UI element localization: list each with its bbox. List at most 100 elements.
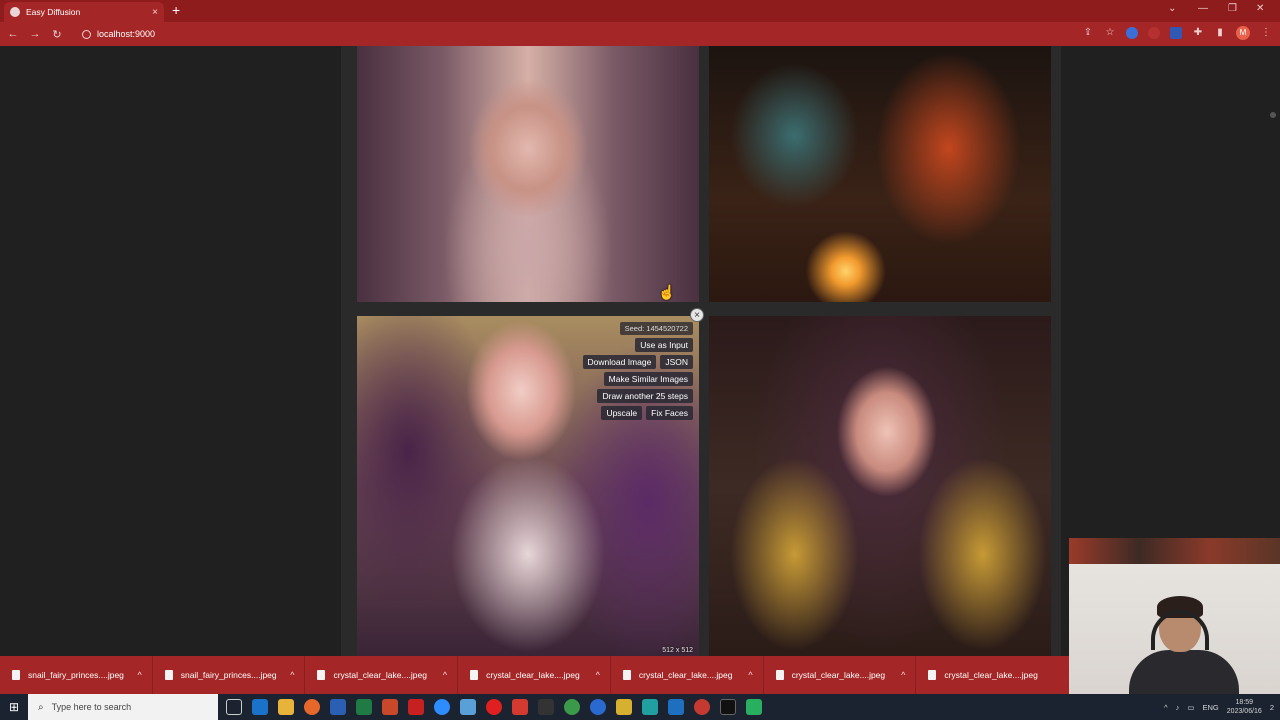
firefox-icon[interactable] xyxy=(304,699,320,715)
chrome-active-icon[interactable] xyxy=(694,699,710,715)
browser-tab-bar: Easy Diffusion × + ⌄ — ❐ ✕ xyxy=(0,0,1280,22)
seed-label: Seed: 1454520722 xyxy=(619,322,693,335)
download-item[interactable]: crystal_clear_lake....jpeg ^ xyxy=(458,656,611,694)
url-text: localhost:9000 xyxy=(97,29,156,39)
outlook-icon[interactable] xyxy=(252,699,268,715)
app-blue-icon[interactable] xyxy=(460,699,476,715)
download-filename: crystal_clear_lake....jpeg xyxy=(333,670,427,680)
image-actions-overlay: Seed: 1454520722 Use as Input Download I… xyxy=(582,322,693,420)
app-line-icon[interactable] xyxy=(538,699,554,715)
file-icon xyxy=(622,670,631,680)
zoom-icon[interactable] xyxy=(434,699,450,715)
generated-image-3[interactable]: Seed: 1454520722 Use as Input Download I… xyxy=(357,316,699,656)
tray-chevron-icon[interactable]: ^ xyxy=(1164,703,1168,712)
bookmark-star-icon[interactable]: ☆ xyxy=(1104,27,1116,39)
download-filename: snail_fairy_princes....jpeg xyxy=(28,670,124,680)
upscale-button[interactable]: Upscale xyxy=(601,406,643,420)
network-icon[interactable]: ▭ xyxy=(1187,703,1194,712)
download-image-button[interactable]: Download Image xyxy=(582,355,657,369)
generated-image-2[interactable] xyxy=(709,46,1051,302)
terminal-icon[interactable] xyxy=(720,699,736,715)
download-row: Download Image JSON xyxy=(582,355,693,369)
acrobat-icon[interactable] xyxy=(408,699,424,715)
tab-search-icon[interactable]: ⌄ xyxy=(1168,3,1176,14)
fix-faces-button[interactable]: Fix Faces xyxy=(646,406,693,420)
restore-button[interactable]: ❐ xyxy=(1228,3,1237,14)
chevron-up-icon[interactable]: ^ xyxy=(290,670,294,680)
file-explorer-icon[interactable] xyxy=(278,699,294,715)
extension-blue-icon[interactable] xyxy=(1126,27,1138,39)
close-window-button[interactable]: ✕ xyxy=(1256,3,1264,14)
word-icon[interactable] xyxy=(330,699,346,715)
image-gallery: Seed: 1454520722 Use as Input Download I… xyxy=(341,46,1061,656)
tab-easy-diffusion[interactable]: Easy Diffusion × xyxy=(4,2,164,22)
clock[interactable]: 18:59 2023/06/16 xyxy=(1227,698,1262,716)
app-green-icon[interactable] xyxy=(746,699,762,715)
webcam-person-body xyxy=(1129,650,1239,698)
file-icon xyxy=(164,670,173,680)
draw-another-button[interactable]: Draw another 25 steps xyxy=(597,389,693,403)
app-yellow-icon[interactable] xyxy=(616,699,632,715)
chevron-up-icon[interactable]: ^ xyxy=(901,670,905,680)
download-item[interactable]: crystal_clear_lake....jpeg ^ xyxy=(611,656,764,694)
excel-icon[interactable] xyxy=(356,699,372,715)
use-as-input-button[interactable]: Use as Input xyxy=(635,338,693,352)
new-tab-button[interactable]: + xyxy=(172,2,180,18)
back-button[interactable]: ← xyxy=(2,28,24,40)
profile-avatar[interactable]: M xyxy=(1236,26,1250,40)
volume-icon[interactable]: ♪ xyxy=(1176,703,1180,712)
chevron-up-icon[interactable]: ^ xyxy=(596,670,600,680)
generated-image-4[interactable] xyxy=(709,316,1051,656)
generated-image-1[interactable] xyxy=(357,46,699,302)
windows-taskbar: ⊞ ⌕ Type here to search ^ ♪ ▭ ENG 18:59 … xyxy=(0,694,1280,720)
file-icon xyxy=(12,670,20,680)
chevron-up-icon[interactable]: ^ xyxy=(443,670,447,680)
downloads-bar: snail_fairy_princes....jpeg ^ snail_fair… xyxy=(0,656,1069,694)
task-view-icon[interactable] xyxy=(226,699,242,715)
forward-button[interactable]: → xyxy=(24,28,46,40)
download-item[interactable]: snail_fairy_princes....jpeg ^ xyxy=(153,656,306,694)
address-bar[interactable]: localhost:9000 xyxy=(82,29,155,39)
download-item[interactable]: crystal_clear_lake....jpeg ^ xyxy=(305,656,459,694)
webcam-overlay xyxy=(1069,538,1280,698)
side-panel-icon[interactable]: ▮ xyxy=(1214,27,1226,39)
tab-title: Easy Diffusion xyxy=(26,7,81,17)
extensions-puzzle-icon[interactable]: ✚ xyxy=(1192,27,1204,39)
reload-button[interactable]: ↻ xyxy=(46,28,68,41)
close-image-icon[interactable]: × xyxy=(690,308,704,322)
chrome-icon[interactable] xyxy=(564,699,580,715)
share-icon[interactable]: ⇪ xyxy=(1082,27,1094,39)
make-similar-button[interactable]: Make Similar Images xyxy=(603,372,693,386)
hand-cursor-icon: ☝ xyxy=(658,284,676,300)
download-item[interactable]: crystal_clear_lake....jpeg ^ xyxy=(764,656,917,694)
app-circle-blue-icon[interactable] xyxy=(590,699,606,715)
powerpoint-icon[interactable] xyxy=(382,699,398,715)
search-icon: ⌕ xyxy=(38,701,44,713)
chevron-up-icon[interactable]: ^ xyxy=(137,670,141,680)
scroll-indicator[interactable] xyxy=(1270,112,1276,118)
download-item[interactable]: crystal_clear_lake....jpeg xyxy=(916,656,1069,694)
opera-icon[interactable] xyxy=(486,699,502,715)
language-indicator[interactable]: ENG xyxy=(1203,703,1219,712)
minimize-button[interactable]: — xyxy=(1198,3,1208,14)
webcam-person xyxy=(1129,596,1239,698)
extension-red-icon[interactable] xyxy=(1148,27,1160,39)
menu-kebab-icon[interactable]: ⋮ xyxy=(1260,27,1272,39)
tab-close-icon[interactable]: × xyxy=(152,7,158,18)
notifications-badge[interactable]: 2 xyxy=(1270,703,1274,712)
windows-start-icon[interactable]: ⊞ xyxy=(0,700,28,714)
extension-pp-icon[interactable] xyxy=(1170,27,1182,39)
clock-time: 18:59 xyxy=(1235,699,1254,706)
enhance-row: Upscale Fix Faces xyxy=(601,406,693,420)
file-icon xyxy=(470,670,479,680)
download-json-button[interactable]: JSON xyxy=(660,355,693,369)
taskbar-search[interactable]: ⌕ Type here to search xyxy=(28,694,218,720)
webcam-background-poster xyxy=(1069,538,1280,564)
vscode-icon[interactable] xyxy=(668,699,684,715)
app-teal-icon[interactable] xyxy=(642,699,658,715)
image-dimensions: 512 x 512 xyxy=(662,647,693,654)
app-red-icon[interactable] xyxy=(512,699,528,715)
chevron-up-icon[interactable]: ^ xyxy=(748,670,752,680)
site-info-icon[interactable] xyxy=(82,29,91,39)
download-item[interactable]: snail_fairy_princes....jpeg ^ xyxy=(0,656,153,694)
